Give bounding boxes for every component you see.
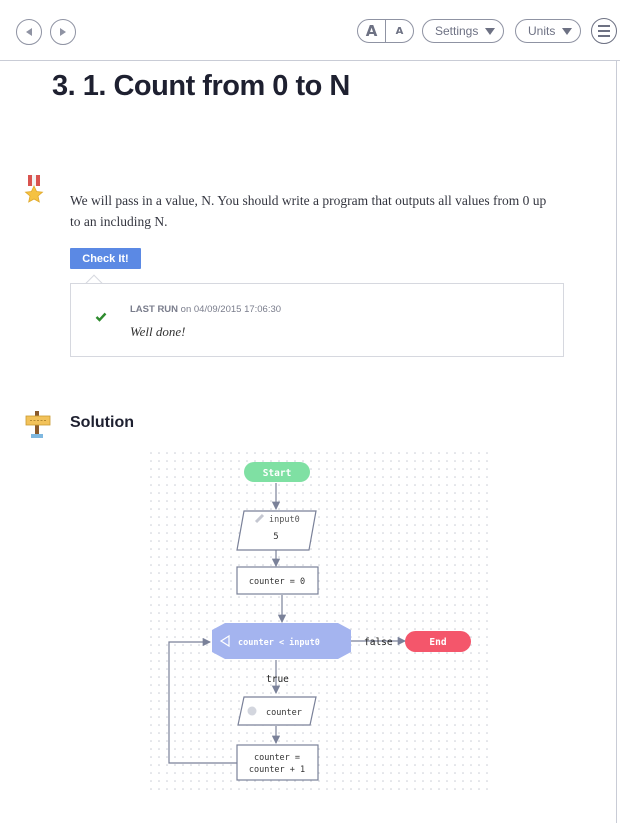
- content-border: [616, 61, 617, 823]
- chevron-down-icon: [485, 27, 496, 35]
- last-run-panel: LAST RUN on 04/09/2015 17:06:30 Well don…: [70, 283, 564, 357]
- increment-line1: counter =: [254, 753, 300, 763]
- input-name: input0: [269, 515, 300, 525]
- last-run-timestamp: on 04/09/2015 17:06:30: [180, 304, 282, 315]
- increment-line2: counter + 1: [249, 765, 305, 775]
- decision-label: counter < input0: [238, 637, 320, 648]
- font-size-control: A A: [357, 19, 414, 43]
- solution-flowchart: Start input0 5 counter = 0 counter < inp…: [150, 452, 490, 792]
- signpost-icon: [25, 411, 51, 438]
- last-run-meta: LAST RUN on 04/09/2015 17:06:30: [130, 304, 281, 315]
- settings-dropdown[interactable]: Settings: [422, 19, 505, 43]
- task-description: We will pass in a value, N. You should w…: [70, 193, 547, 229]
- init-label: counter = 0: [249, 577, 305, 587]
- arrow-left-icon: [26, 28, 32, 36]
- check-it-button[interactable]: Check It!: [70, 248, 141, 269]
- end-label: End: [429, 637, 446, 648]
- true-branch-label: true: [266, 674, 289, 685]
- top-toolbar: A A Settings Units: [0, 0, 620, 61]
- font-smaller-button[interactable]: A: [386, 20, 413, 42]
- solution-heading: Solution: [70, 414, 134, 431]
- units-label: Units: [528, 24, 556, 38]
- arrow-right-icon: [60, 28, 66, 36]
- settings-label: Settings: [435, 24, 479, 38]
- last-run-label: LAST RUN: [130, 304, 179, 315]
- checkmark-icon: [95, 312, 107, 322]
- start-label: Start: [263, 468, 292, 479]
- false-branch-label: false: [364, 637, 393, 648]
- medal-icon: [24, 175, 44, 203]
- back-button[interactable]: [16, 19, 42, 45]
- chevron-down-icon: [562, 27, 573, 35]
- page-title: 3. 1. Count from 0 to N: [52, 70, 350, 102]
- flowchart-grid: [150, 452, 490, 792]
- units-dropdown[interactable]: Units: [515, 19, 582, 43]
- hamburger-menu-icon[interactable]: [591, 18, 617, 44]
- forward-button[interactable]: [50, 19, 76, 45]
- last-run-message: Well done!: [130, 324, 186, 339]
- output-label: counter: [266, 708, 302, 718]
- input-value: 5: [273, 532, 278, 542]
- font-larger-button[interactable]: A: [358, 20, 386, 42]
- output-icon: [247, 706, 257, 716]
